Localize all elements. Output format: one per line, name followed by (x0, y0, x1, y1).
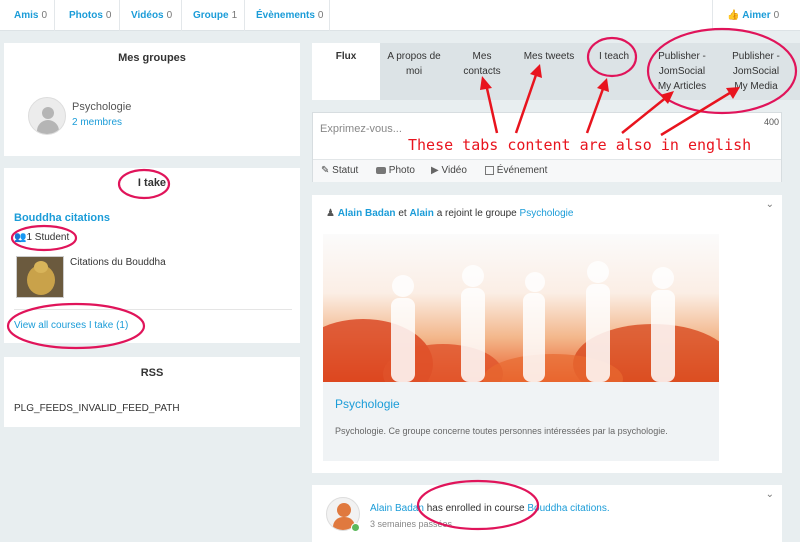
rss-error-text: PLG_FEEDS_INVALID_FEED_PATH (14, 403, 180, 414)
my-groups-panel: Mes groupes Psychologie 2 membres (4, 43, 300, 156)
profile-tabs: Flux A propos de moi Mes contacts Mes twee… (312, 43, 800, 100)
activity-headline: ♟ Alain Badan et Alain a rejoint le grou… (326, 208, 574, 219)
activity-time: 3 semaines passées (370, 519, 453, 529)
view-all-courses-link[interactable]: View all courses I take (1) (14, 320, 128, 331)
nav-photos[interactable]: Photos 0 (55, 0, 120, 31)
tab-publisher-my-media[interactable]: Publisher - JomSocial My Media (718, 43, 794, 100)
panel-title: Mes groupes (118, 52, 186, 64)
nav-groups[interactable]: Groupe 1 (182, 0, 245, 31)
group-card-description: Psychologie. Ce groupe concerne toutes p… (335, 426, 668, 436)
video-action[interactable]: ▶ Vidéo (431, 165, 467, 176)
tab-my-tweets[interactable]: Mes tweets (516, 43, 582, 100)
tab-my-contacts[interactable]: Mes contacts (448, 43, 516, 100)
group-members-link[interactable]: 2 membres (72, 117, 122, 128)
composer-actions: ✎ Statut Photo ▶ Vidéo Événement (313, 159, 781, 182)
activity-card-course-enroll: Alain Badan has enrolled in course Boudd… (312, 485, 782, 542)
panel-title: I take (137, 177, 167, 189)
actor-link[interactable]: Alain Badan (370, 503, 424, 514)
group-link[interactable]: Psychologie (520, 208, 574, 219)
rss-panel: RSS PLG_FEEDS_INVALID_FEED_PATH (4, 357, 300, 427)
status-composer: Exprimez-vous... 400 ✎ Statut Photo ▶ Vi… (312, 112, 782, 182)
course-thumbnail[interactable] (16, 256, 64, 298)
activity-headline: Alain Badan has enrolled in course Boudd… (370, 503, 610, 514)
actor-link-2[interactable]: Alain (409, 208, 433, 219)
event-action[interactable]: Événement (485, 165, 547, 176)
status-input[interactable]: Exprimez-vous... (320, 123, 402, 135)
course-link[interactable]: Bouddha citations. (527, 503, 609, 514)
chevron-down-icon[interactable]: ⌄ (766, 199, 774, 210)
group-card-title[interactable]: Psychologie (335, 397, 400, 411)
photo-action[interactable]: Photo (376, 165, 415, 176)
course-description: Citations du Bouddha (70, 257, 166, 268)
group-name[interactable]: Psychologie (72, 101, 131, 113)
group-avatar[interactable] (28, 97, 66, 135)
panel-title: RSS (140, 367, 164, 379)
divider (14, 309, 292, 310)
user-join-icon: ♟ (326, 208, 335, 219)
nav-events[interactable]: Évènements 0 (245, 0, 330, 31)
actor-link[interactable]: Alain Badan (338, 208, 396, 219)
course-title-link[interactable]: Bouddha citations (14, 212, 110, 224)
pencil-icon: ✎ (321, 165, 330, 176)
thumbs-up-icon: 👍 (727, 10, 740, 21)
silhouettes-graphic (323, 261, 719, 382)
group-cover-image[interactable] (323, 234, 719, 382)
like-button[interactable]: 👍 Aimer 0 (712, 0, 800, 31)
student-count: 👥1 Student (14, 232, 70, 243)
online-status-dot (351, 523, 360, 532)
chevron-down-icon[interactable]: ⌄ (766, 489, 774, 500)
status-action[interactable]: ✎ Statut (321, 165, 358, 176)
video-icon: ▶ (431, 165, 439, 176)
courses-i-take-panel: I take Bouddha citations 👥1 Student Cita… (4, 168, 300, 343)
nav-friends[interactable]: Amis 0 (0, 0, 55, 31)
char-counter: 400 (763, 117, 779, 127)
camera-icon (376, 166, 386, 174)
tab-flux[interactable]: Flux (312, 43, 380, 100)
tab-i-teach[interactable]: I teach (582, 43, 646, 100)
tab-publisher-my-articles[interactable]: Publisher - JomSocial My Articles (646, 43, 718, 100)
nav-videos[interactable]: Vidéos 0 (120, 0, 182, 31)
profile-top-nav: Amis 0 Photos 0 Vidéos 0 Groupe 1 Évènements… (0, 0, 800, 31)
group-card-body: Psychologie Psychologie. Ce groupe conce… (323, 382, 719, 461)
users-icon: 👥 (14, 232, 27, 243)
activity-card-group-join: ♟ Alain Badan et Alain a rejoint le grou… (312, 195, 782, 473)
calendar-icon (485, 165, 494, 175)
tab-about-me[interactable]: A propos de moi (380, 43, 448, 100)
